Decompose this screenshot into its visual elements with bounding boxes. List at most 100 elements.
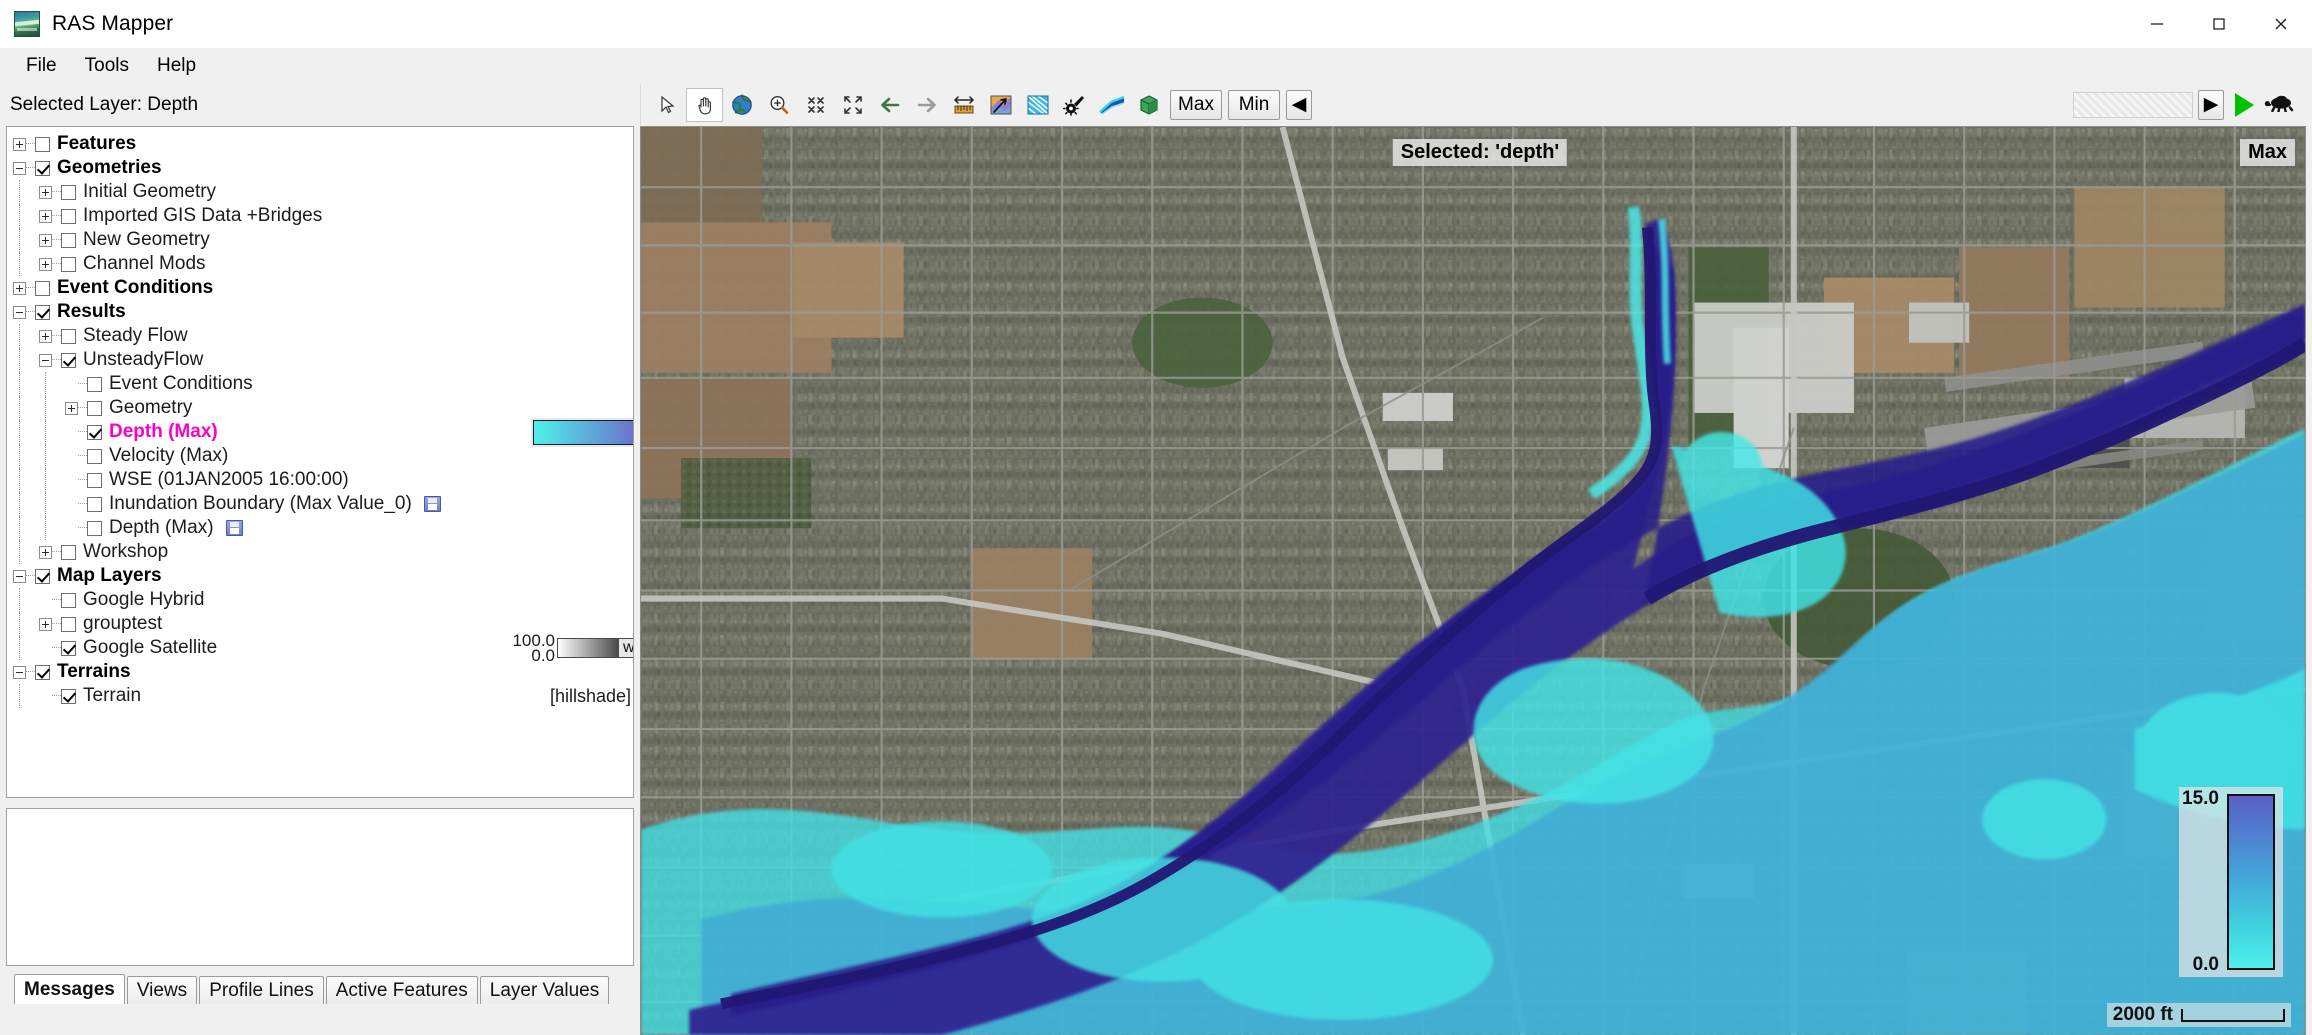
- menu-item-file[interactable]: File: [12, 51, 71, 81]
- layers-tree-panel[interactable]: Features Geometries Initial Geometry Import…: [6, 126, 634, 798]
- collapse-icon[interactable]: [13, 161, 26, 175]
- measure-tool[interactable]: [945, 88, 982, 122]
- save-icon[interactable]: [225, 520, 243, 536]
- pan-hand-tool[interactable]: [686, 87, 723, 122]
- zoom-in-tool[interactable]: [760, 88, 797, 122]
- menu-item-tools[interactable]: Tools: [71, 51, 143, 81]
- save-icon[interactable]: [423, 496, 441, 512]
- layer-checkbox[interactable]: [61, 328, 76, 344]
- layer-checkbox[interactable]: [87, 448, 102, 464]
- tree-item[interactable]: Google Satellite 100.00.0 wms: [13, 632, 633, 664]
- tree-item[interactable]: UnsteadyFlow: [13, 348, 633, 372]
- layer-checkbox[interactable]: [61, 184, 76, 200]
- layer-checkbox[interactable]: [87, 424, 102, 440]
- tree-item[interactable]: WSE (01JAN2005 16:00:00): [13, 468, 633, 492]
- tree-item[interactable]: Geometries: [13, 156, 633, 180]
- collapse-icon[interactable]: [13, 305, 26, 319]
- layer-checkbox[interactable]: [61, 352, 76, 368]
- menu-item-help[interactable]: Help: [143, 51, 210, 81]
- animation-settings-tool[interactable]: [1056, 88, 1093, 122]
- layer-checkbox[interactable]: [87, 376, 102, 392]
- tree-item[interactable]: Inundation Boundary (Max Value_0): [13, 492, 633, 516]
- profile-line-tool[interactable]: [1019, 88, 1056, 122]
- expand-icon[interactable]: [65, 401, 78, 415]
- max-button[interactable]: Max: [1170, 89, 1222, 120]
- zoom-extent-tool[interactable]: [834, 88, 871, 122]
- step-forward-button[interactable]: ▶: [2198, 89, 2224, 120]
- layer-checkbox[interactable]: [87, 400, 102, 416]
- play-button[interactable]: [2235, 92, 2254, 117]
- layer-checkbox[interactable]: [61, 256, 76, 272]
- layer-checkbox[interactable]: [61, 208, 76, 224]
- back-arrow-tool[interactable]: [871, 88, 908, 122]
- tree-item[interactable]: Terrains: [13, 660, 633, 684]
- tree-item[interactable]: Results: [13, 300, 633, 324]
- tab-layer-values[interactable]: Layer Values: [479, 976, 610, 1004]
- step-back-button[interactable]: ◀: [1286, 89, 1312, 120]
- layer-checkbox[interactable]: [61, 616, 76, 632]
- expand-icon[interactable]: [39, 617, 52, 631]
- three-d-view-tool[interactable]: [1130, 88, 1167, 122]
- layer-checkbox[interactable]: [87, 496, 102, 512]
- map-view[interactable]: Selected: 'depth' Max 15.0 0.0 2000 ft: [640, 126, 2306, 1035]
- turtle-speed-icon[interactable]: [2264, 92, 2298, 118]
- tree-item[interactable]: Workshop: [13, 540, 633, 564]
- tree-item[interactable]: Features: [13, 132, 633, 156]
- cross-section-tool[interactable]: [1093, 88, 1130, 122]
- collapse-icon[interactable]: [13, 569, 26, 583]
- layer-checkbox[interactable]: [61, 640, 76, 656]
- layer-checkbox[interactable]: [35, 280, 50, 296]
- maximize-button[interactable]: [2188, 0, 2250, 48]
- messages-panel[interactable]: [6, 808, 634, 966]
- tree-item[interactable]: Geometry: [13, 396, 633, 420]
- minimize-button[interactable]: [2126, 0, 2188, 48]
- expand-icon[interactable]: [13, 137, 26, 151]
- raster-layer-tool[interactable]: [982, 88, 1019, 122]
- tree-item[interactable]: Depth (Max): [13, 417, 633, 447]
- layer-checkbox[interactable]: [61, 232, 76, 248]
- tree-item[interactable]: Event Conditions: [13, 276, 633, 300]
- animation-timeline-slider[interactable]: [2073, 91, 2193, 118]
- tab-views[interactable]: Views: [126, 976, 198, 1004]
- min-button[interactable]: Min: [1228, 89, 1280, 120]
- tab-profile-lines[interactable]: Profile Lines: [199, 976, 324, 1004]
- forward-arrow-tool[interactable]: [908, 88, 945, 122]
- tree-item[interactable]: Velocity (Max): [13, 444, 633, 468]
- expand-icon[interactable]: [39, 209, 52, 223]
- layer-checkbox[interactable]: [35, 136, 50, 152]
- expand-icon[interactable]: [39, 329, 52, 343]
- expand-icon[interactable]: [39, 185, 52, 199]
- layer-checkbox[interactable]: [87, 472, 102, 488]
- layer-checkbox[interactable]: [35, 664, 50, 680]
- layer-checkbox[interactable]: [35, 568, 50, 584]
- collapse-icon[interactable]: [39, 353, 52, 367]
- wms-transparency-legend[interactable]: 100.00.0 wms: [503, 632, 633, 664]
- tree-item[interactable]: New Geometry: [13, 228, 633, 252]
- close-button[interactable]: [2250, 0, 2312, 48]
- tab-messages[interactable]: Messages: [14, 974, 125, 1004]
- collapse-icon[interactable]: [13, 665, 26, 679]
- map-canvas[interactable]: Selected: 'depth' Max 15.0 0.0 2000 ft: [641, 127, 2305, 1035]
- layer-checkbox[interactable]: [35, 304, 50, 320]
- layer-checkbox[interactable]: [35, 160, 50, 176]
- expand-icon[interactable]: [39, 233, 52, 247]
- tree-item[interactable]: Map Layers: [13, 564, 633, 588]
- expand-icon[interactable]: [39, 545, 52, 559]
- layer-checkbox[interactable]: [87, 520, 102, 536]
- layer-checkbox[interactable]: [61, 592, 76, 608]
- layer-checkbox[interactable]: [61, 544, 76, 560]
- globe-zoom-full-tool[interactable]: [723, 88, 760, 122]
- select-arrow-tool[interactable]: [649, 88, 686, 122]
- depth-color-ramp[interactable]: [531, 417, 633, 447]
- tree-item[interactable]: Channel Mods: [13, 252, 633, 276]
- tree-item[interactable]: Google Hybrid: [13, 588, 633, 612]
- layer-checkbox[interactable]: [61, 688, 76, 704]
- tree-item[interactable]: Imported GIS Data +Bridges: [13, 204, 633, 228]
- tree-item[interactable]: Terrain [hillshade]: [13, 684, 633, 708]
- expand-icon[interactable]: [13, 281, 26, 295]
- tab-active-features[interactable]: Active Features: [325, 976, 478, 1004]
- tree-item[interactable]: Depth (Max): [13, 516, 633, 540]
- zoom-out-tool[interactable]: [797, 88, 834, 122]
- tree-item[interactable]: Initial Geometry: [13, 180, 633, 204]
- expand-icon[interactable]: [39, 257, 52, 271]
